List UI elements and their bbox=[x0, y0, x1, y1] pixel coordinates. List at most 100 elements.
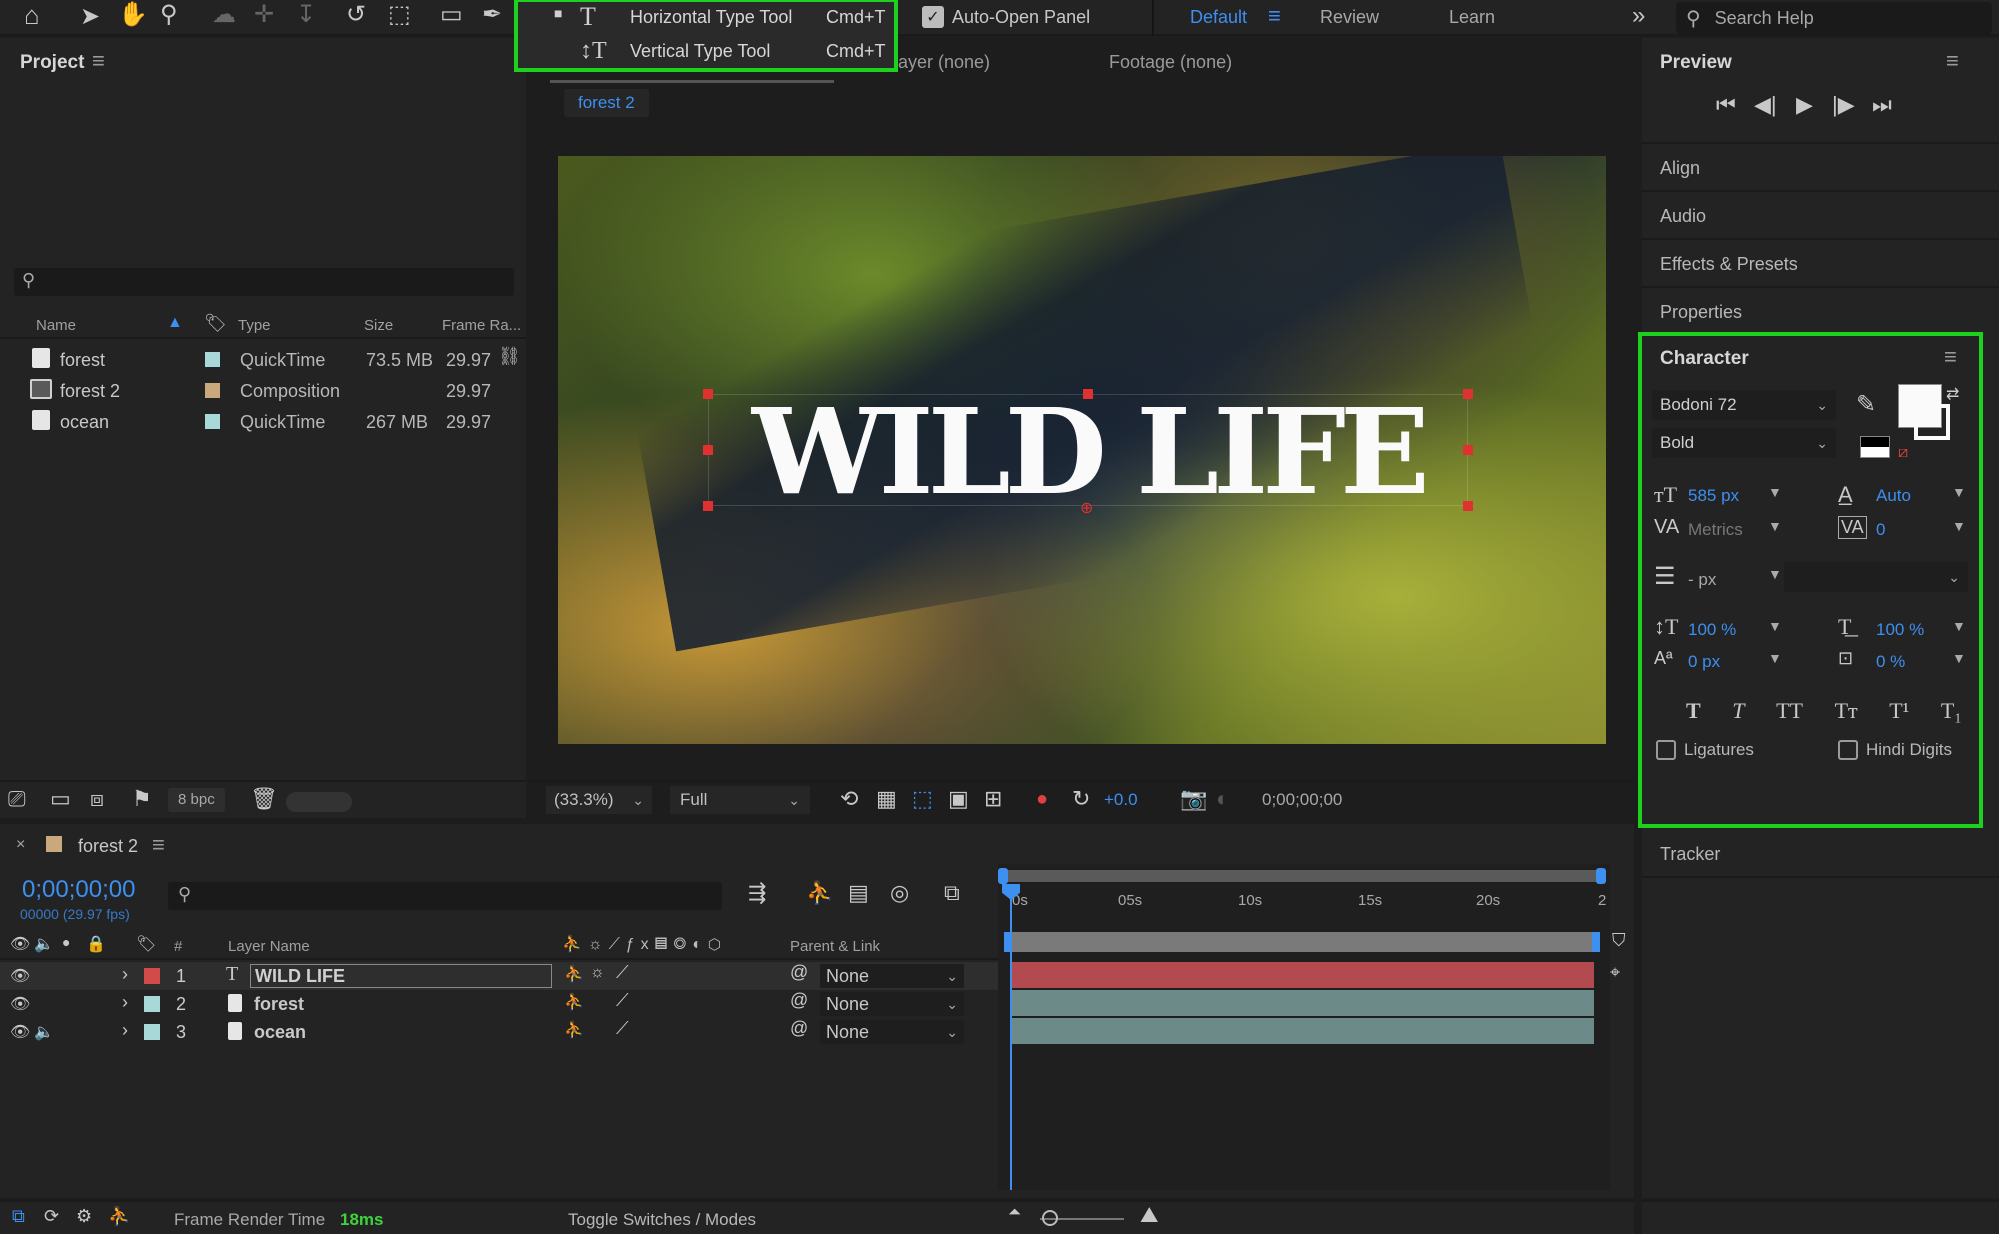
chevron-down-icon[interactable]: ▼ bbox=[1768, 650, 1782, 666]
layer-label-swatch[interactable] bbox=[144, 968, 160, 984]
layer-label-swatch[interactable] bbox=[144, 1024, 160, 1040]
stroke-color-swatch[interactable] bbox=[1914, 404, 1950, 440]
time-ruler[interactable]: 0s 05s 10s 15s 20s 2 bbox=[998, 886, 1610, 922]
region-of-interest-icon[interactable]: ▣ bbox=[948, 786, 969, 812]
tsume-value[interactable]: 0 % bbox=[1876, 652, 1905, 672]
layer-name[interactable]: forest bbox=[254, 994, 304, 1015]
comp-mini-flowchart-icon[interactable]: ⇶ bbox=[748, 880, 766, 906]
eyedropper-icon[interactable]: ✎ bbox=[1856, 390, 1876, 419]
anchor-tool-icon[interactable]: ⬚ bbox=[388, 0, 411, 29]
current-time-display[interactable]: 0;00;00;00 bbox=[1262, 790, 1342, 810]
label-color-swatch[interactable] bbox=[205, 414, 220, 429]
chevron-down-icon[interactable]: ▼ bbox=[1952, 518, 1966, 534]
work-area-end-handle[interactable] bbox=[1596, 868, 1606, 884]
font-style-dropdown[interactable]: Bold ⌄ bbox=[1652, 428, 1836, 458]
play-icon[interactable]: ▶ bbox=[1796, 92, 1813, 118]
layer-search-input[interactable]: ⚲ bbox=[168, 882, 722, 910]
chevron-down-icon[interactable]: ▼ bbox=[1768, 518, 1782, 534]
adjustment-toggle-icon[interactable]: ⚙ bbox=[76, 1206, 92, 1227]
transparency-grid-icon[interactable]: ▦ bbox=[876, 786, 897, 812]
toggle-switches-modes-button[interactable]: Toggle Switches / Modes bbox=[568, 1210, 756, 1230]
label-color-swatch[interactable] bbox=[205, 352, 220, 367]
pan-tool-icon[interactable]: ✛ bbox=[254, 0, 274, 29]
rotate-tool-icon[interactable]: ↺ bbox=[346, 0, 366, 29]
vertical-scale-value[interactable]: 100 % bbox=[1688, 620, 1736, 640]
shy-switch-icon[interactable]: ⛹ bbox=[564, 1020, 584, 1040]
handle[interactable] bbox=[1463, 389, 1473, 399]
comp-marker-icon[interactable]: ⛉ bbox=[1612, 930, 1626, 951]
bit-depth-button[interactable]: 8 bpc bbox=[168, 788, 225, 812]
handle[interactable] bbox=[703, 445, 713, 455]
frame-blending-icon[interactable]: ▤ bbox=[848, 880, 869, 906]
shy-layers-icon[interactable]: ⛹ bbox=[806, 880, 833, 906]
properties-panel-header[interactable]: Properties bbox=[1642, 286, 1999, 334]
comp-button-icon[interactable]: ⌖ bbox=[1610, 962, 1620, 983]
resolution-dropdown[interactable]: Full ⌄ bbox=[670, 786, 810, 814]
workspace-review[interactable]: Review bbox=[1320, 7, 1379, 28]
layer-name-field[interactable]: WILD LIFE bbox=[250, 964, 552, 988]
align-panel-header[interactable]: Align bbox=[1642, 142, 1999, 190]
mask-visibility-icon[interactable]: ⬚ bbox=[912, 786, 933, 812]
checkbox-checked-icon[interactable]: ✓ bbox=[922, 6, 944, 28]
list-item[interactable]: forest QuickTime 73.5 MB 29.97 ⛓ bbox=[0, 344, 526, 375]
search-help-input[interactable]: ⚲ Search Help bbox=[1676, 2, 1992, 34]
footage-tab[interactable]: Footage (none) bbox=[1109, 52, 1232, 73]
parent-dropdown[interactable]: None ⌄ bbox=[820, 1020, 964, 1044]
audio-on-icon[interactable]: 🔈 bbox=[34, 1022, 54, 1042]
zoom-out-time-icon[interactable]: ⏶ bbox=[1008, 1204, 1021, 1222]
quality-switch-icon[interactable]: ⟋ bbox=[616, 1018, 629, 1039]
handle[interactable] bbox=[1463, 445, 1473, 455]
panel-menu-icon[interactable]: ≡ bbox=[1944, 344, 1957, 370]
text-layer-overlay[interactable]: WILD LIFE ⊕ bbox=[703, 382, 1473, 521]
handle[interactable] bbox=[1083, 389, 1093, 399]
collapse-switch-icon[interactable]: ☼ bbox=[590, 964, 605, 982]
interpret-footage-icon[interactable]: ⎚ bbox=[8, 786, 26, 812]
panel-menu-icon[interactable]: ≡ bbox=[1946, 48, 1959, 74]
all-caps-button[interactable]: TT bbox=[1776, 698, 1803, 724]
zoom-dropdown[interactable]: (33.3%) ⌄ bbox=[546, 786, 652, 814]
chevron-down-icon[interactable]: ▼ bbox=[1952, 618, 1966, 634]
layer-row[interactable]: 👁 🔈 › 3 ocean ⛹ ⟋ @ None ⌄ bbox=[0, 1018, 998, 1046]
label-tag-icon[interactable]: 🏷 bbox=[204, 313, 227, 334]
work-area-start-handle[interactable] bbox=[998, 868, 1008, 884]
trash-icon[interactable]: 🗑 bbox=[250, 786, 278, 812]
sort-asc-icon[interactable]: ▲ bbox=[167, 314, 183, 332]
composition-canvas[interactable]: WILD LIFE ⊕ bbox=[558, 156, 1606, 744]
dolly-tool-icon[interactable]: ↧ bbox=[296, 0, 316, 29]
close-icon[interactable]: × bbox=[16, 836, 25, 854]
layer-row[interactable]: 👁 › 2 forest ⛹ ⟋ @ None ⌄ bbox=[0, 990, 998, 1018]
quality-switch-icon[interactable]: ⟋ bbox=[616, 990, 629, 1011]
render-queue-toggle-icon[interactable]: ⧉ bbox=[12, 1206, 25, 1227]
anchor-point-icon[interactable]: ⊕ bbox=[1080, 498, 1093, 518]
col-size[interactable]: Size bbox=[364, 317, 393, 334]
skip-first-icon[interactable]: ⏮ bbox=[1716, 92, 1736, 118]
pickwhip-icon[interactable]: @ bbox=[790, 990, 808, 1011]
timeline-current-time[interactable]: 0;00;00;00 bbox=[22, 876, 135, 904]
tracking-value[interactable]: 0 bbox=[1876, 520, 1885, 540]
kerning-value[interactable]: Metrics bbox=[1688, 520, 1743, 540]
snapshot-icon[interactable]: 📷 bbox=[1180, 786, 1207, 812]
col-name[interactable]: Name bbox=[36, 317, 76, 334]
pickwhip-icon[interactable]: @ bbox=[790, 962, 808, 983]
pickwhip-icon[interactable]: @ bbox=[790, 1018, 808, 1039]
audio-icon[interactable]: 🔈 bbox=[34, 934, 54, 954]
show-snapshot-icon[interactable]: ◐ bbox=[1216, 786, 1229, 812]
list-item[interactable]: ocean QuickTime 267 MB 29.97 bbox=[0, 406, 526, 437]
layer-name[interactable]: ocean bbox=[254, 1022, 306, 1043]
stroke-style-dropdown[interactable]: ⌄ bbox=[1784, 562, 1968, 592]
menu-item-vertical-type[interactable]: ↕T Vertical Type Tool Cmd+T bbox=[518, 36, 894, 70]
step-back-icon[interactable]: ◀| bbox=[1754, 92, 1777, 118]
layer-bar-wild-life[interactable] bbox=[1010, 962, 1594, 988]
hand-tool-icon[interactable]: ✋ bbox=[118, 0, 148, 29]
project-search-input[interactable]: ⚲ bbox=[14, 268, 514, 296]
solo-icon[interactable]: ● bbox=[62, 934, 70, 950]
brainstorm-toggle-icon[interactable]: ⛹ bbox=[108, 1206, 130, 1227]
layer-tab[interactable]: ayer (none) bbox=[898, 52, 990, 73]
shape-tool-icon[interactable]: ▭ bbox=[440, 0, 463, 29]
layer-bar-forest[interactable] bbox=[1010, 990, 1594, 1016]
ligatures-checkbox[interactable]: Ligatures bbox=[1656, 740, 1754, 760]
font-size-value[interactable]: 585 px bbox=[1688, 486, 1739, 506]
effects-panel-header[interactable]: Effects & Presets bbox=[1642, 238, 1999, 286]
comp-chip[interactable]: forest 2 bbox=[564, 89, 649, 117]
superscript-button[interactable]: T¹ bbox=[1889, 698, 1909, 724]
